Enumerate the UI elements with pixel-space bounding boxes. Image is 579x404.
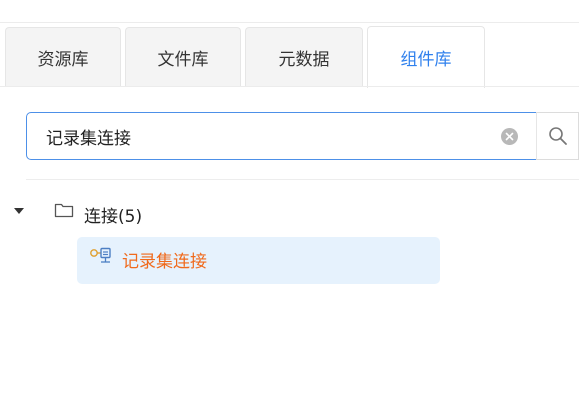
tree-leaf-recordset-connection[interactable]: 记录集连接 (77, 237, 440, 284)
tab-bar-bottom-border (0, 86, 579, 87)
folder-label: 连接(5) (84, 207, 143, 227)
top-divider (0, 22, 579, 23)
tab-label: 元数据 (278, 49, 330, 70)
search-bar (26, 112, 579, 160)
leaf-label: 记录集连接 (122, 252, 207, 272)
search-input[interactable] (46, 113, 506, 159)
tab-component-library[interactable]: 组件库 (367, 26, 485, 88)
clear-circle-icon[interactable] (501, 128, 518, 145)
folder-icon (54, 203, 74, 218)
search-button[interactable] (536, 112, 579, 160)
tab-label: 组件库 (400, 50, 452, 70)
recordset-connection-icon (90, 247, 111, 263)
tab-resource-library[interactable]: 资源库 (5, 27, 121, 86)
tab-file-library[interactable]: 文件库 (125, 27, 241, 86)
search-box (26, 112, 537, 160)
magnifier-icon (548, 127, 567, 145)
tree-folder-row[interactable]: 连接(5) (0, 198, 300, 230)
tab-label: 资源库 (37, 49, 89, 70)
section-divider (26, 179, 579, 180)
tab-metadata[interactable]: 元数据 (245, 27, 363, 86)
tab-bar: 资源库 文件库 元数据 组件库 (0, 24, 579, 88)
tab-label: 文件库 (157, 49, 209, 70)
expand-caret-icon[interactable] (14, 208, 24, 214)
close-icon (505, 132, 514, 141)
